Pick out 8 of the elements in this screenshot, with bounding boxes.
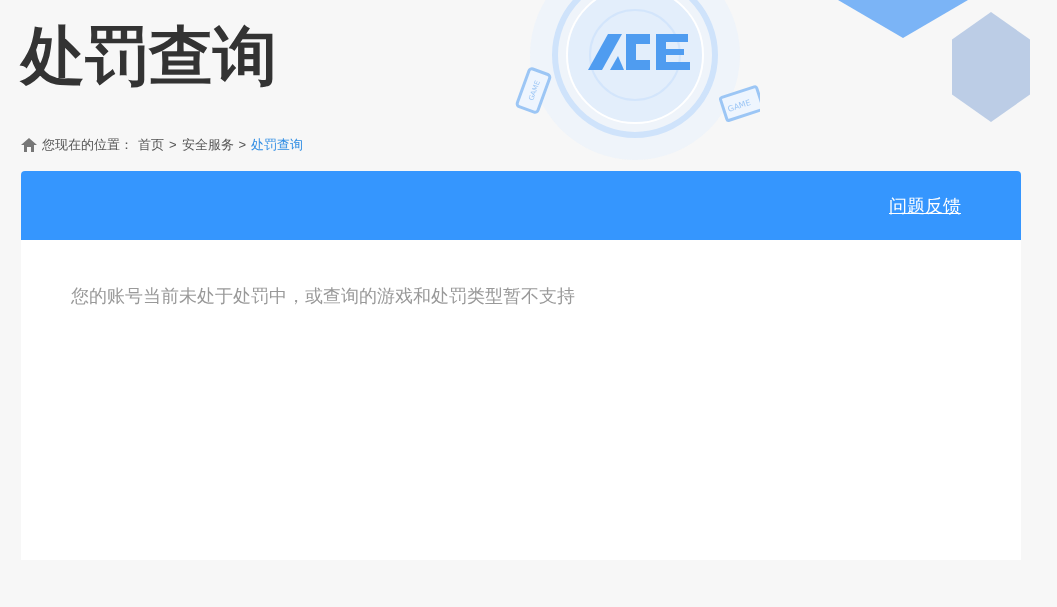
home-icon <box>21 138 37 152</box>
breadcrumb-link[interactable]: 首页 <box>138 137 164 153</box>
breadcrumb-separator: > <box>169 137 177 153</box>
page-title: 处罚查询 <box>21 18 277 94</box>
breadcrumb-label: 您现在的位置： <box>42 137 133 153</box>
status-message: 您的账号当前未处于处罚中，或查询的游戏和处罚类型暂不支持 <box>71 285 576 308</box>
breadcrumb-link[interactable]: 安全服务 <box>181 137 234 153</box>
breadcrumb-separator: > <box>238 137 247 153</box>
